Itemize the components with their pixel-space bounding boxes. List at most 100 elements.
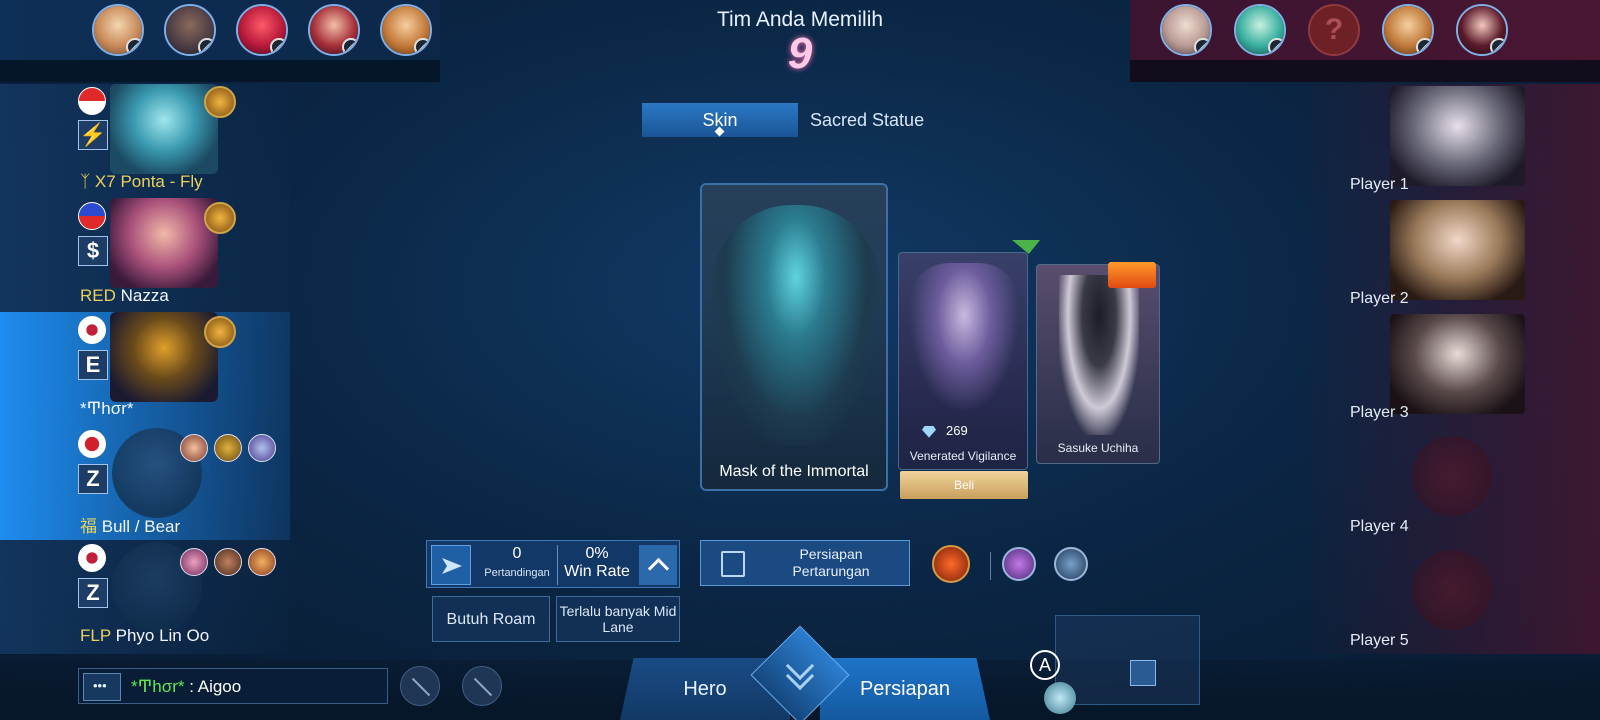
enemy-player-name: Player 2 [1350, 290, 1409, 307]
enemy-banned-hero-5 [1456, 4, 1508, 56]
win-rate-value: 0% [585, 545, 609, 562]
emblem-icon[interactable] [932, 545, 970, 583]
collab-logo [1108, 262, 1156, 288]
enemy-band [1130, 60, 1600, 82]
banned-hero-3 [236, 4, 288, 56]
enemy-player-name: Player 1 [1350, 176, 1409, 193]
ban-icon [342, 38, 358, 54]
expand-chevron-up-icon[interactable] [639, 545, 677, 585]
skin-card-selected[interactable]: Mask of the Immortal [700, 183, 888, 491]
preferred-hero-icon [214, 548, 242, 576]
preferred-hero-icon [248, 434, 276, 462]
player-nickname: Phyo Lin Oo [115, 626, 210, 645]
battle-spell-icon[interactable] [1002, 547, 1036, 581]
player-tag: ᛉ X7 Ponta - Fly [80, 172, 203, 191]
send-icon[interactable] [431, 545, 471, 585]
player-name: RED Nazza [80, 286, 169, 306]
player-tag: FLP [80, 626, 111, 645]
player-name: *Ͳhσr* [80, 399, 134, 418]
map-marker-icon[interactable] [1130, 660, 1156, 686]
ban-icon [1490, 38, 1506, 54]
divider [990, 552, 991, 580]
skin-card-sasuke-uchiha[interactable]: Sasuke Uchiha [1036, 264, 1160, 464]
enemy-player-name: Player 4 [1350, 518, 1409, 535]
skin-artwork [1059, 275, 1139, 435]
player-tag: RED [80, 286, 116, 305]
preferred-hero-icon [180, 548, 208, 576]
enemy-player-name: Player 5 [1350, 632, 1409, 649]
player-nickname: Bull / Bear [101, 517, 181, 536]
skin-name: Venerated Vigilance [909, 449, 1017, 463]
chat-sender: *Ͳhσr* [131, 677, 185, 696]
ban-icon [414, 38, 430, 54]
spell-icon: Z [78, 578, 108, 608]
hero-portrait-2 [110, 198, 218, 288]
flag-icon [78, 544, 106, 572]
diamond-icon [922, 425, 936, 438]
banned-hero-2 [164, 4, 216, 56]
player-avatar [1044, 682, 1076, 714]
hero-portrait-3 [110, 312, 218, 402]
countdown-timer: 9 [787, 29, 813, 78]
hero-portrait-1 [110, 84, 218, 174]
buy-button[interactable]: Beli [900, 471, 1028, 499]
player-name: ᛉ X7 Ponta - Fly [80, 172, 203, 192]
flag-icon [78, 202, 106, 230]
ban-icon [1268, 38, 1284, 54]
ban-icon [1194, 38, 1210, 54]
spell-icon: $ [78, 236, 108, 266]
flag-icon [78, 87, 106, 115]
lane-map[interactable] [1055, 615, 1200, 705]
ban-icon [270, 38, 286, 54]
player-name: 福 Bull / Bear [80, 512, 180, 537]
mic-mute-icon[interactable] [462, 666, 502, 706]
match-count-label: Pertandingan [484, 567, 550, 579]
skin-name: Sasuke Uchiha [1057, 441, 1139, 455]
tab-persiapan[interactable]: Persiapan [820, 658, 990, 720]
enemy-hero-portrait-3 [1390, 314, 1525, 414]
enemy-banned-hero-1 [1160, 4, 1212, 56]
enemy-ban-pending: ? [1308, 4, 1360, 56]
banned-hero-4 [308, 4, 360, 56]
skin-artwork [712, 205, 880, 445]
chevron-down-icon [784, 651, 816, 691]
talent-icon[interactable] [1054, 547, 1088, 581]
enemy-banned-hero-4 [1382, 4, 1434, 56]
speaker-mute-icon[interactable] [400, 666, 440, 706]
flag-icon [78, 430, 106, 458]
flag-icon [78, 316, 106, 344]
win-rate-label: Win Rate [564, 563, 630, 580]
chat-text: : Aigoo [184, 677, 242, 696]
ally-ban-bar [0, 0, 440, 60]
chat-message: *Ͳhσr* : Aigoo [131, 677, 241, 697]
ally-band [0, 60, 440, 82]
price-value: 269 [946, 423, 968, 438]
battle-prep-button[interactable]: Persiapan Pertarungan [700, 540, 910, 586]
chat-box[interactable]: *Ͳhσr* : Aigoo [78, 668, 388, 704]
chat-bubble-icon[interactable] [83, 673, 121, 701]
player-tag: 福 [80, 517, 97, 536]
enemy-hero-placeholder [1412, 550, 1492, 630]
emblem-icon [204, 86, 236, 118]
tab-sacred-statue[interactable]: Sacred Statue [810, 103, 960, 137]
enemy-player-name: Player 3 [1350, 404, 1409, 421]
hero-stats-panel: 0 Pertandingan 0% Win Rate [426, 540, 680, 588]
skin-name: Mask of the Immortal [719, 463, 869, 480]
enemy-banned-hero-2 [1234, 4, 1286, 56]
quick-chat-need-roam[interactable]: Butuh Roam [432, 596, 550, 642]
player-nickname: Nazza [120, 286, 169, 305]
emblem-icon [204, 316, 236, 348]
enemy-hero-portrait-2 [1390, 200, 1525, 300]
emblem-icon [204, 202, 236, 234]
ban-icon [1416, 38, 1432, 54]
enemy-hero-placeholder [1412, 436, 1492, 516]
document-icon [721, 551, 745, 577]
preferred-hero-icon [248, 548, 276, 576]
banned-hero-5 [380, 4, 432, 56]
tab-skin[interactable]: Skin [642, 103, 798, 137]
quick-chat-too-many-mid[interactable]: Terlalu banyak Mid Lane [556, 596, 680, 642]
lane-badge: A [1030, 650, 1060, 680]
preferred-hero-icon [180, 434, 208, 462]
spell-icon: E [78, 350, 108, 380]
question-mark-icon: ? [1324, 13, 1344, 46]
